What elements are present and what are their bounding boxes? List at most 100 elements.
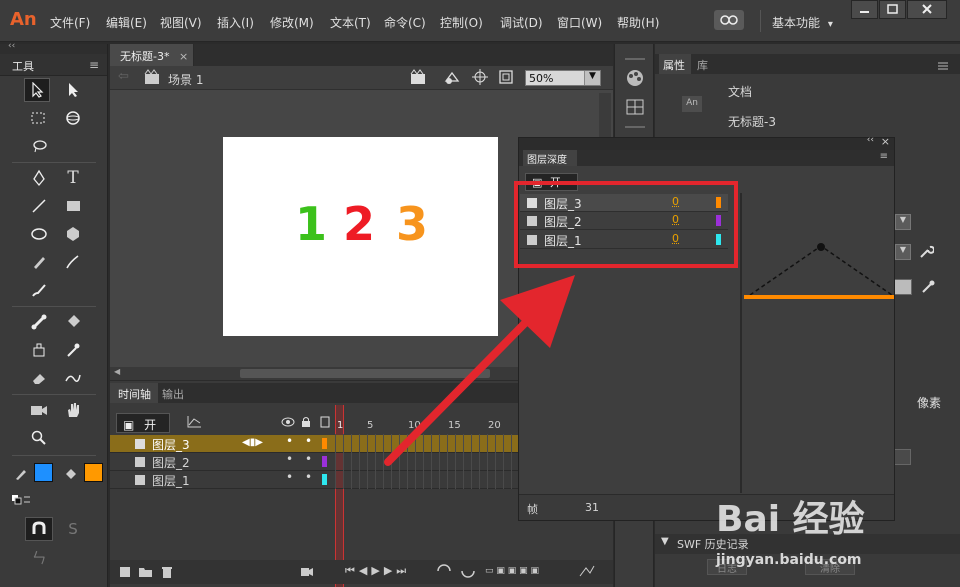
selection-tool-icon[interactable]	[24, 78, 50, 102]
menu-debug[interactable]: 调试(D)	[500, 14, 543, 31]
panel-menu-icon[interactable]: ≡	[880, 151, 888, 162]
new-folder-icon[interactable]	[138, 565, 154, 579]
polystar-tool-icon[interactable]	[60, 222, 86, 246]
checkbox[interactable]	[893, 449, 911, 465]
sync-settings-icon[interactable]	[714, 10, 744, 30]
stage-color-swatch[interactable]	[894, 279, 912, 295]
playback-controls[interactable]: ⏮◀▶▶⏭	[345, 564, 410, 578]
menu-insert[interactable]: 插入(I)	[217, 14, 254, 31]
layer-name[interactable]: 图层_1	[152, 472, 190, 489]
align-panel-icon[interactable]	[625, 98, 645, 116]
menu-commands[interactable]: 命令(C)	[384, 14, 426, 31]
layer-color-chip[interactable]	[322, 474, 327, 485]
clip-canvas-icon[interactable]	[498, 69, 514, 85]
stage-text-3[interactable]: 3	[396, 197, 428, 251]
layer-color-chip[interactable]	[322, 438, 327, 449]
3d-rotation-tool-icon[interactable]	[60, 106, 86, 130]
subselection-tool-icon[interactable]	[60, 78, 86, 102]
pen-tool-icon[interactable]	[26, 166, 52, 190]
width-tool-icon[interactable]	[60, 366, 86, 390]
visibility-dot[interactable]: •	[286, 452, 293, 466]
disclosure-triangle-icon[interactable]: ▼	[661, 536, 669, 547]
scene-label[interactable]: 场景 1	[168, 71, 203, 88]
menu-view[interactable]: 视图(V)	[160, 14, 202, 31]
onion-skin-controls[interactable]: ▭ ▣ ▣ ▣ ▣	[485, 566, 575, 576]
collapse-arrows-icon[interactable]: ‹‹	[867, 135, 874, 145]
fill-color-swatch[interactable]	[84, 463, 103, 482]
delete-icon[interactable]	[160, 565, 174, 579]
smooth-icon[interactable]: S	[60, 517, 86, 541]
menu-window[interactable]: 窗口(W)	[557, 14, 602, 31]
stage-text-1[interactable]: 1	[295, 197, 327, 251]
camera-tool-icon[interactable]	[26, 398, 52, 422]
stage-text-2[interactable]: 2	[343, 197, 375, 251]
depth-graph[interactable]	[744, 243, 894, 303]
eye-icon[interactable]	[281, 417, 295, 427]
straighten-icon[interactable]: ㄣ	[26, 545, 52, 569]
eyedropper-tool-icon[interactable]	[60, 338, 86, 362]
wrench-icon[interactable]	[918, 244, 934, 260]
menu-control[interactable]: 控制(O)	[440, 14, 483, 31]
lock-dot[interactable]: •	[305, 452, 312, 466]
tab-timeline[interactable]: 时间轴	[110, 383, 158, 403]
pencil-tool-icon[interactable]	[26, 250, 52, 274]
lock-dot[interactable]: •	[305, 470, 312, 484]
center-frame-icon[interactable]	[460, 564, 476, 578]
color-palette-icon[interactable]	[623, 68, 647, 88]
workspace-switcher[interactable]: 基本功能 ▾	[772, 14, 833, 31]
tab-layer-depth[interactable]: 图层深度	[523, 150, 577, 166]
maximize-button[interactable]	[879, 0, 906, 19]
chevron-down-icon[interactable]: ▼	[584, 71, 600, 85]
menu-help[interactable]: 帮助(H)	[617, 14, 659, 31]
outline-icon[interactable]	[320, 416, 330, 428]
hand-tool-icon[interactable]	[60, 398, 86, 422]
ink-bottle-tool-icon[interactable]	[26, 338, 52, 362]
collapse-arrows-icon[interactable]: ‹‹	[8, 41, 15, 51]
camera-icon[interactable]	[300, 565, 314, 579]
lasso-tool-icon[interactable]	[26, 134, 52, 158]
menu-text[interactable]: 文本(T)	[330, 14, 371, 31]
layer-name[interactable]: 图层_3	[152, 436, 190, 453]
text-tool-icon[interactable]: T	[60, 166, 86, 190]
rectangle-tool-icon[interactable]	[60, 194, 86, 218]
lock-icon[interactable]	[301, 416, 311, 428]
lock-dot[interactable]: •	[305, 434, 312, 448]
layer-depth-controls[interactable]: ◀▮▶	[242, 437, 263, 448]
onion-skin-toggle[interactable]: ▣ 开	[116, 413, 170, 433]
line-tool-icon[interactable]	[26, 194, 52, 218]
stroke-color-swatch[interactable]	[34, 463, 53, 482]
oval-tool-icon[interactable]	[26, 222, 52, 246]
menu-file[interactable]: 文件(F)	[50, 14, 90, 31]
paint-bucket-tool-icon[interactable]	[60, 310, 86, 334]
zoom-tool-icon[interactable]	[26, 426, 52, 450]
paint-brush-tool-icon[interactable]	[26, 278, 52, 302]
dropdown-arrow-icon[interactable]: ▼	[895, 214, 911, 230]
panel-menu-icon[interactable]	[937, 60, 949, 72]
dropdown-arrow-icon[interactable]: ▼	[895, 244, 911, 260]
minimize-button[interactable]	[851, 0, 878, 19]
edit-scene-icon[interactable]	[410, 69, 430, 85]
zoom-select[interactable]: 50% ▼	[525, 70, 601, 86]
panel-menu-icon[interactable]: ≡	[89, 58, 99, 72]
new-layer-icon[interactable]	[118, 565, 132, 579]
tab-output[interactable]: 输出	[162, 386, 184, 402]
visibility-dot[interactable]: •	[286, 470, 293, 484]
layer-name[interactable]: 图层_2	[152, 454, 190, 471]
eraser-tool-icon[interactable]	[26, 366, 52, 390]
eyedropper-icon[interactable]	[920, 278, 936, 294]
close-tab-icon[interactable]: ×	[179, 50, 188, 63]
close-panel-icon[interactable]: ×	[881, 135, 890, 148]
graph-icon[interactable]	[186, 415, 202, 429]
panel-collapse-strip[interactable]: ‹‹	[0, 41, 107, 54]
bone-tool-icon[interactable]	[26, 310, 52, 334]
brush-tool-icon[interactable]	[60, 250, 86, 274]
menu-modify[interactable]: 修改(M)	[270, 14, 314, 31]
tab-document[interactable]: 无标题-3* ×	[110, 44, 194, 66]
menu-edit[interactable]: 编辑(E)	[106, 14, 147, 31]
back-arrow-icon[interactable]: ⇦	[118, 69, 129, 84]
free-transform-tool-icon[interactable]	[26, 106, 52, 130]
visibility-dot[interactable]: •	[286, 434, 293, 448]
edit-symbols-icon[interactable]	[442, 69, 462, 85]
snap-to-objects-button[interactable]	[25, 517, 53, 541]
layer-color-chip[interactable]	[322, 456, 327, 467]
